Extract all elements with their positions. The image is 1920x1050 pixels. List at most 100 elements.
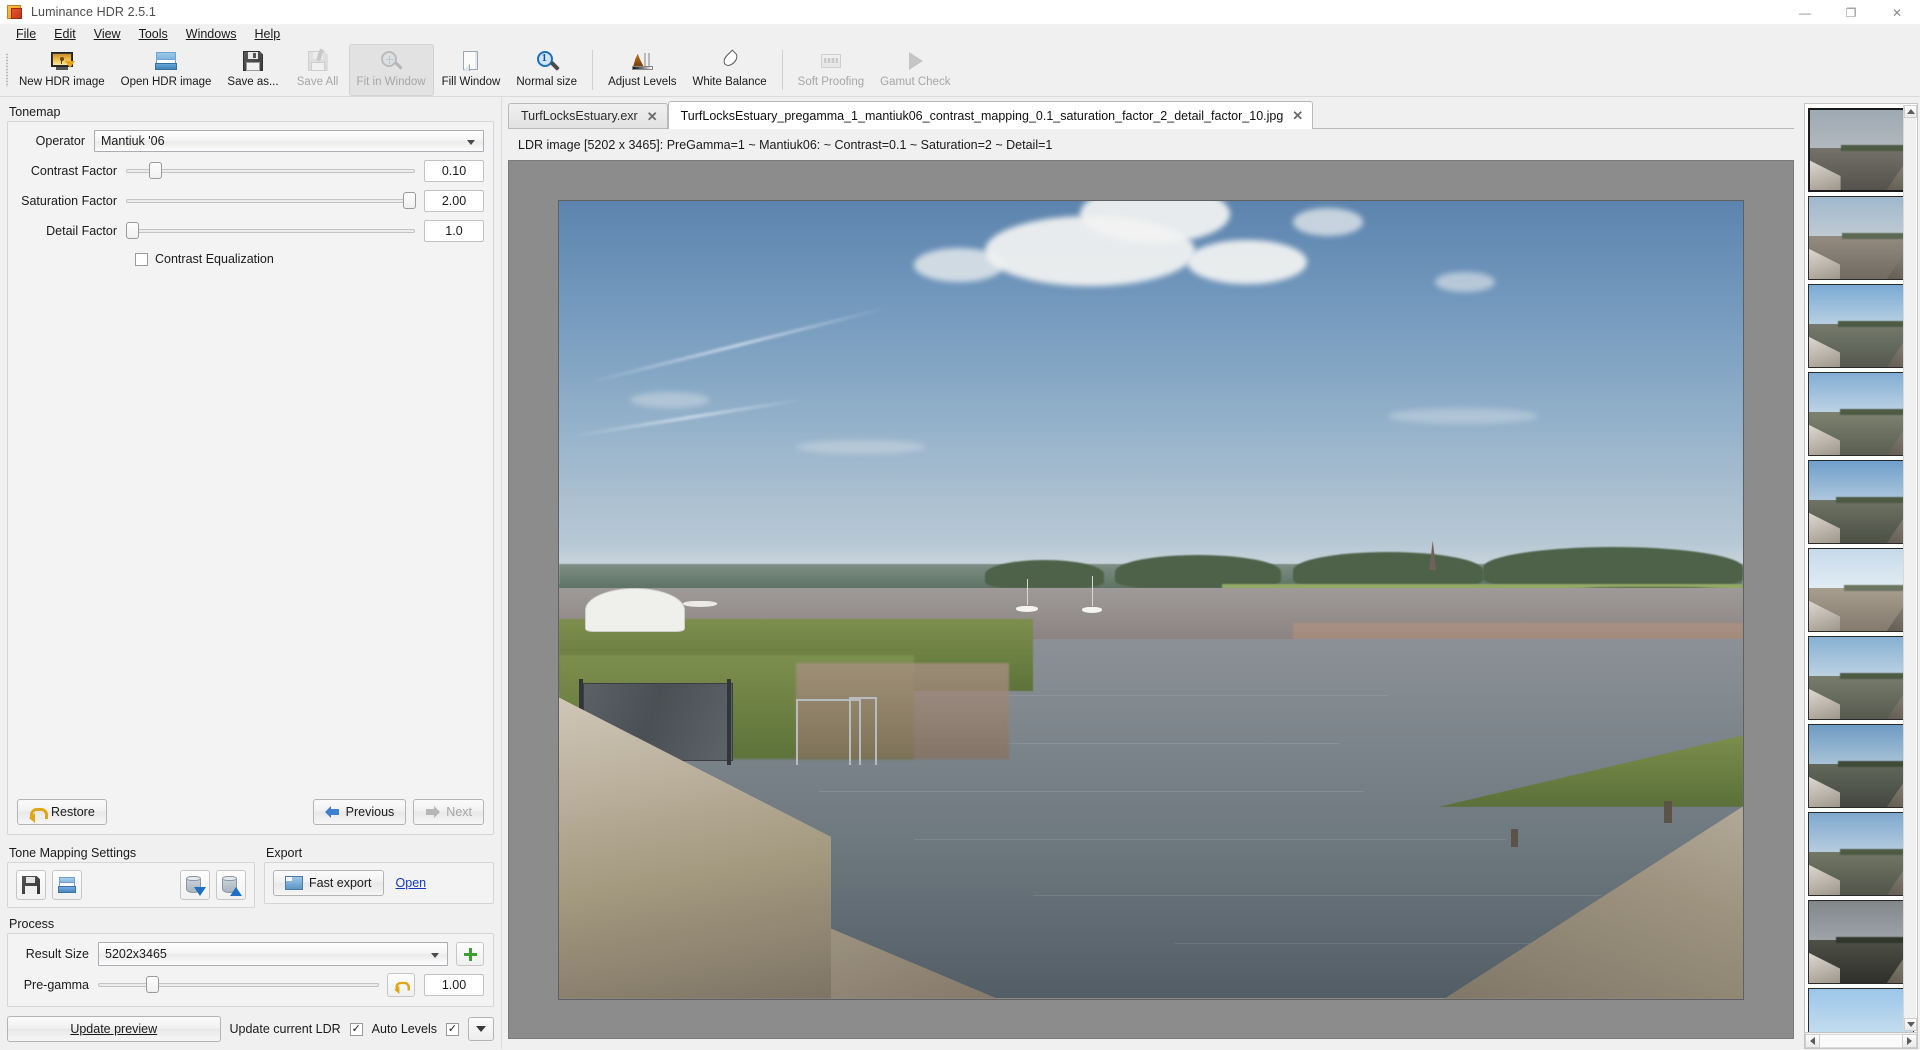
tab-turflocksestuary-exr[interactable]: TurfLocksEstuary.exr ✕ — [508, 103, 668, 128]
toolbar-fill-window[interactable]: Fill Window — [434, 44, 509, 96]
toolbar-fit-in-window[interactable]: Fit in Window — [348, 44, 434, 96]
maximize-icon: ❐ — [1845, 5, 1857, 20]
contrast-equalization-label: Contrast Equalization — [155, 252, 274, 266]
result-size-row: Result Size 5202x3465 — [17, 942, 484, 966]
slider-handle[interactable] — [403, 192, 417, 209]
load-from-database-button[interactable] — [216, 870, 246, 900]
detail-factor-slider[interactable] — [126, 221, 415, 241]
tone-mapping-settings-label: Tone Mapping Settings — [9, 846, 137, 860]
slider-handle[interactable] — [126, 222, 139, 239]
menu-file[interactable]: File — [7, 25, 45, 44]
slider-handle[interactable] — [145, 976, 159, 993]
saturation-factor-spinbox[interactable]: 2.00 — [424, 190, 484, 212]
update-preview-button-label: Update preview — [70, 1022, 158, 1036]
mast — [1091, 575, 1093, 606]
list-item[interactable] — [1808, 988, 1914, 1032]
soft-proofing-icon — [818, 48, 844, 74]
save-to-database-button[interactable] — [180, 870, 210, 900]
toolbar-adjust-levels[interactable]: Adjust Levels — [600, 44, 684, 96]
menu-view[interactable]: View — [85, 25, 130, 44]
list-item[interactable] — [1808, 900, 1914, 984]
checkbox-mark: ✓ — [351, 1022, 361, 1035]
close-icon[interactable]: ✕ — [647, 110, 658, 123]
arrow-right-icon — [425, 805, 441, 819]
list-item[interactable] — [1808, 372, 1914, 456]
thumbnail-vertical-scrollbar[interactable] — [1903, 105, 1917, 1031]
toolbar-normal-size[interactable]: 1 Normal size — [508, 44, 585, 96]
pregamma-slider[interactable] — [98, 975, 379, 995]
save-settings-button[interactable] — [16, 870, 46, 900]
tab-turflocksestuary-jpg[interactable]: TurfLocksEstuary_pregamma_1_mantiuk06_co… — [667, 101, 1314, 129]
chevron-right-icon — [1907, 1036, 1912, 1045]
toolbar-white-balance[interactable]: White Balance — [685, 44, 775, 96]
list-item[interactable] — [1808, 548, 1914, 632]
result-size-combobox[interactable]: 5202x3465 — [98, 942, 448, 966]
list-item[interactable] — [1808, 284, 1914, 368]
thumbnail-horizontal-scrollbar[interactable] — [1804, 1033, 1918, 1049]
scroll-up-button[interactable] — [1904, 105, 1917, 118]
menu-help[interactable]: Help — [245, 25, 289, 44]
more-options-button[interactable] — [468, 1017, 494, 1041]
toolbar-grip[interactable] — [2, 44, 11, 96]
minimize-button[interactable]: — — [1782, 0, 1828, 25]
operator-label: Operator — [35, 134, 85, 148]
contrast-equalization-checkbox[interactable] — [135, 252, 148, 266]
toolbar-new-hdr-image-label: New HDR image — [19, 76, 105, 88]
list-item[interactable] — [1808, 108, 1914, 192]
load-settings-button[interactable] — [52, 870, 82, 900]
scroll-track[interactable] — [1820, 1033, 1902, 1048]
restore-button[interactable]: Restore — [17, 799, 107, 825]
previous-button[interactable]: Previous — [312, 799, 407, 825]
close-icon[interactable]: ✕ — [1292, 109, 1303, 122]
toolbar-soft-proofing-label: Soft Proofing — [797, 76, 865, 88]
railing-2 — [849, 696, 878, 765]
next-button-label: Next — [446, 805, 472, 819]
adjust-levels-icon — [629, 48, 655, 74]
contrast-factor-row: Contrast Factor 0.10 — [17, 160, 484, 182]
list-item[interactable] — [1808, 724, 1914, 808]
detail-factor-label: Detail Factor — [46, 224, 117, 238]
maximize-button[interactable]: ❐ — [1828, 0, 1874, 25]
list-item[interactable] — [1808, 196, 1914, 280]
detail-factor-spinbox[interactable]: 1.0 — [424, 220, 484, 242]
reset-pregamma-button[interactable] — [387, 973, 415, 997]
update-current-ldr-checkbox[interactable]: ✓ — [349, 1022, 363, 1036]
scroll-right-button[interactable] — [1902, 1033, 1917, 1048]
toolbar-save-as[interactable]: Save as... — [219, 44, 286, 96]
slider-groove — [126, 199, 415, 203]
treeline — [985, 559, 1104, 589]
treeline — [1482, 546, 1743, 589]
saturation-factor-label: Saturation Factor — [21, 194, 117, 208]
list-item[interactable] — [1808, 812, 1914, 896]
operator-combobox[interactable]: Mantiuk '06 — [94, 130, 484, 152]
menu-windows-label: Windows — [185, 27, 237, 41]
toolbar-open-hdr-image-label: Open HDR image — [120, 76, 212, 88]
auto-levels-checkbox[interactable]: ✓ — [446, 1022, 459, 1036]
window-title: Luminance HDR 2.5.1 — [31, 5, 156, 19]
add-size-button[interactable] — [456, 942, 484, 966]
list-item[interactable] — [1808, 460, 1914, 544]
menu-tools[interactable]: Tools — [130, 25, 177, 44]
menu-edit[interactable]: Edit — [45, 25, 85, 44]
menu-file-label: File — [16, 27, 37, 41]
slider-handle[interactable] — [149, 162, 163, 179]
scroll-left-button[interactable] — [1805, 1033, 1820, 1048]
export-open-link[interactable]: Open — [396, 876, 427, 890]
close-button[interactable]: ✕ — [1874, 0, 1920, 25]
toolbar-new-hdr-image[interactable]: New HDR image — [11, 44, 113, 96]
fast-export-button[interactable]: Fast export — [273, 870, 384, 896]
thumbnail-list[interactable] — [1804, 103, 1918, 1033]
pregamma-spinbox[interactable]: 1.00 — [424, 974, 484, 996]
menu-windows[interactable]: Windows — [177, 25, 246, 44]
bollard — [1511, 828, 1519, 847]
image-viewer[interactable] — [508, 160, 1794, 1039]
contrast-factor-spinbox[interactable]: 0.10 — [424, 160, 484, 182]
title-bar: Luminance HDR 2.5.1 — ❐ ✕ — [0, 0, 1920, 25]
list-item[interactable] — [1808, 636, 1914, 720]
saturation-factor-slider[interactable] — [126, 191, 417, 211]
update-preview-button[interactable]: Update preview — [7, 1016, 221, 1042]
main-toolbar: New HDR image Open HDR image Save as... … — [0, 44, 1920, 97]
scroll-down-button[interactable] — [1904, 1018, 1917, 1031]
toolbar-open-hdr-image[interactable]: Open HDR image — [113, 44, 220, 96]
contrast-factor-slider[interactable] — [126, 161, 415, 181]
